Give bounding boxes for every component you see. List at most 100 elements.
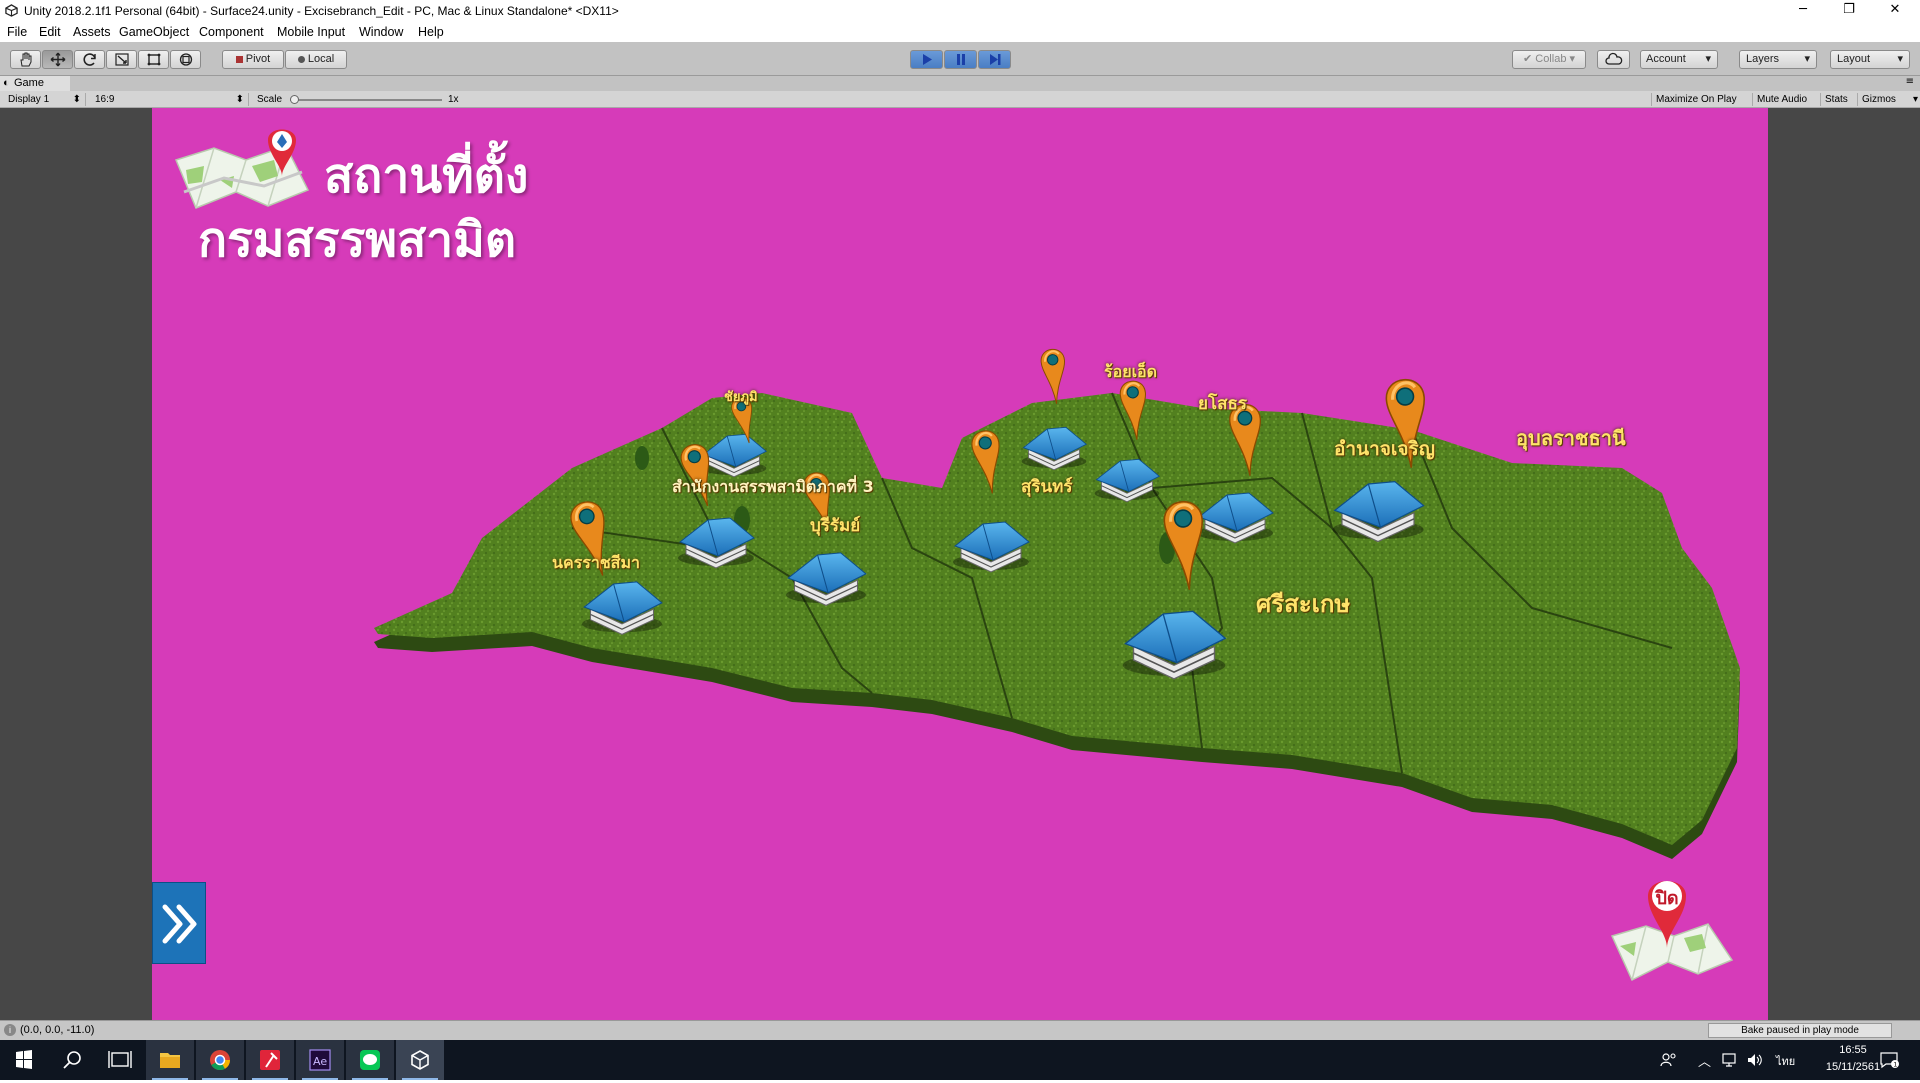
move-icon xyxy=(50,52,65,67)
game-tab-icon: ◐ xyxy=(3,77,10,89)
next-button[interactable] xyxy=(152,882,206,964)
collab-dropdown[interactable]: ✔ Collab ▾ xyxy=(1512,50,1586,69)
taskbar-after-effects[interactable]: Ae xyxy=(296,1040,344,1080)
layout-dropdown[interactable]: Layout ▾ xyxy=(1830,50,1910,69)
bake-status: Bake paused in play mode xyxy=(1708,1023,1892,1038)
tab-menu-icon[interactable]: ≡ xyxy=(1906,76,1914,87)
rotate-tool-button[interactable] xyxy=(74,50,105,69)
menu-gameobject[interactable]: GameObject xyxy=(119,25,189,39)
menu-mobile-input[interactable]: Mobile Input xyxy=(277,25,345,39)
location-pin-icon[interactable] xyxy=(1040,348,1068,404)
rect-tool-button[interactable] xyxy=(138,50,169,69)
location-pin-icon[interactable] xyxy=(1163,500,1208,591)
status-coords: (0.0, 0.0, -11.0) xyxy=(20,1024,95,1036)
scale-icon xyxy=(114,53,129,66)
account-label: Account xyxy=(1646,53,1686,65)
step-button[interactable] xyxy=(978,50,1011,69)
menu-file[interactable]: File xyxy=(7,25,27,39)
clock-time[interactable]: 16:55 xyxy=(1822,1044,1884,1056)
taskbar-unity[interactable] xyxy=(396,1040,444,1080)
stats-label: Stats xyxy=(1825,94,1848,105)
pause-button[interactable] xyxy=(944,50,977,69)
scale-slider-track xyxy=(290,99,442,101)
input-language[interactable]: ไทย xyxy=(1776,1052,1795,1070)
label-excise-office-region-3: สำนักงานสรรพสามิตภาคที่ 3 xyxy=(672,477,874,496)
cloud-button[interactable] xyxy=(1597,50,1630,69)
label-surin: สุรินทร์ xyxy=(1021,477,1073,497)
search-button[interactable] xyxy=(48,1040,96,1080)
hand-tool-button[interactable] xyxy=(10,50,41,69)
volume-icon[interactable] xyxy=(1746,1052,1764,1068)
unity-app-icon xyxy=(411,1050,429,1070)
scale-tool-button[interactable] xyxy=(106,50,137,69)
location-pins xyxy=(570,348,1425,591)
menu-help[interactable]: Help xyxy=(418,25,444,39)
scale-slider-thumb[interactable] xyxy=(290,95,299,104)
collab-label: Collab xyxy=(1535,53,1567,65)
pivot-toggle[interactable]: Pivot xyxy=(222,50,284,69)
game-tab-bar: ◐ Game ≡ xyxy=(0,76,1920,91)
check-icon: ✔ xyxy=(1522,53,1533,65)
taskbar-line[interactable] xyxy=(346,1040,394,1080)
task-view-button[interactable] xyxy=(96,1040,144,1080)
people-icon[interactable] xyxy=(1660,1052,1678,1068)
menu-window[interactable]: Window xyxy=(359,25,403,39)
location-pin-icon[interactable] xyxy=(970,429,1006,495)
notification-center-icon[interactable]: 1 xyxy=(1880,1051,1900,1069)
step-icon xyxy=(989,54,1000,65)
layout-label: Layout xyxy=(1837,53,1871,65)
pivot-label: Pivot xyxy=(245,53,271,65)
stats-toggle[interactable]: Stats xyxy=(1820,93,1852,106)
taskbar-chrome[interactable] xyxy=(196,1040,244,1080)
dropdown-arrow-icon: ⬍ xyxy=(235,94,244,105)
label-yasothon: ยโสธร xyxy=(1198,394,1247,414)
rect-tool-icon xyxy=(147,53,160,66)
taskbar-pin-app[interactable] xyxy=(246,1040,294,1080)
display-label: Display 1 xyxy=(8,94,50,105)
show-hidden-icons-icon[interactable]: ︿ xyxy=(1698,1051,1711,1070)
scale-label: Scale xyxy=(257,94,283,105)
network-icon[interactable] xyxy=(1722,1052,1740,1068)
play-button[interactable] xyxy=(910,50,943,69)
local-toggle[interactable]: Local xyxy=(285,50,347,69)
account-dropdown[interactable]: Account ▾ xyxy=(1640,50,1718,69)
game-canvas: สถานที่ตั้ง กรมสรรพสามิต ชัยภูมิ สำนักงา… xyxy=(152,108,1768,1020)
red-pin-app-icon xyxy=(260,1050,280,1070)
transform-tool-button[interactable] xyxy=(170,50,201,69)
gizmos-dropdown[interactable]: Gizmos ▾ xyxy=(1857,93,1920,106)
menu-component[interactable]: Component xyxy=(199,25,264,39)
maximize-on-play-toggle[interactable]: Maximize On Play xyxy=(1651,93,1741,106)
aspect-dropdown[interactable]: 16:9 ⬍ xyxy=(95,93,249,106)
mute-audio-toggle[interactable]: Mute Audio xyxy=(1752,93,1811,106)
menu-assets[interactable]: Assets xyxy=(73,25,111,39)
label-chaiyaphum: ชัยภูมิ xyxy=(724,390,758,405)
game-viewport: สถานที่ตั้ง กรมสรรพสามิต ชัยภูมิ สำนักงา… xyxy=(0,108,1920,1020)
taskbar-file-explorer[interactable] xyxy=(146,1040,194,1080)
close-map-button[interactable]: ปิด xyxy=(1610,876,1736,994)
start-button[interactable] xyxy=(0,1040,48,1080)
window-title: Unity 2018.2.1f1 Personal (64bit) - Surf… xyxy=(24,4,619,18)
scale-value: 1x xyxy=(448,94,459,105)
dropdown-arrow-icon: ▾ xyxy=(1804,53,1810,65)
maximize-button[interactable]: ❐ xyxy=(1826,0,1872,22)
menu-edit[interactable]: Edit xyxy=(39,25,61,39)
layers-dropdown[interactable]: Layers ▾ xyxy=(1739,50,1817,69)
local-label: Local xyxy=(307,53,335,65)
label-nakhon-ratchasima: นครราชสีมา xyxy=(552,553,640,572)
location-pin-icon[interactable] xyxy=(1119,380,1149,441)
play-icon xyxy=(922,54,932,65)
menu-bar: File Edit Assets GameObject Component Mo… xyxy=(0,22,1920,42)
double-chevron-right-icon xyxy=(162,904,197,944)
search-icon xyxy=(63,1051,81,1069)
local-icon xyxy=(297,55,305,63)
task-view-icon xyxy=(108,1051,132,1068)
game-tab[interactable]: ◐ Game xyxy=(0,76,70,91)
after-effects-icon: Ae xyxy=(309,1049,331,1071)
display-dropdown[interactable]: Display 1 ⬍ xyxy=(8,93,86,106)
label-sisaket: ศรีสะเกษ xyxy=(1256,590,1351,618)
move-tool-button[interactable] xyxy=(42,50,73,69)
close-button[interactable]: ✕ xyxy=(1872,0,1918,22)
minimize-button[interactable]: ─ xyxy=(1780,0,1826,22)
scale-slider[interactable] xyxy=(290,93,442,106)
close-map-label: ปิด xyxy=(1655,888,1679,909)
